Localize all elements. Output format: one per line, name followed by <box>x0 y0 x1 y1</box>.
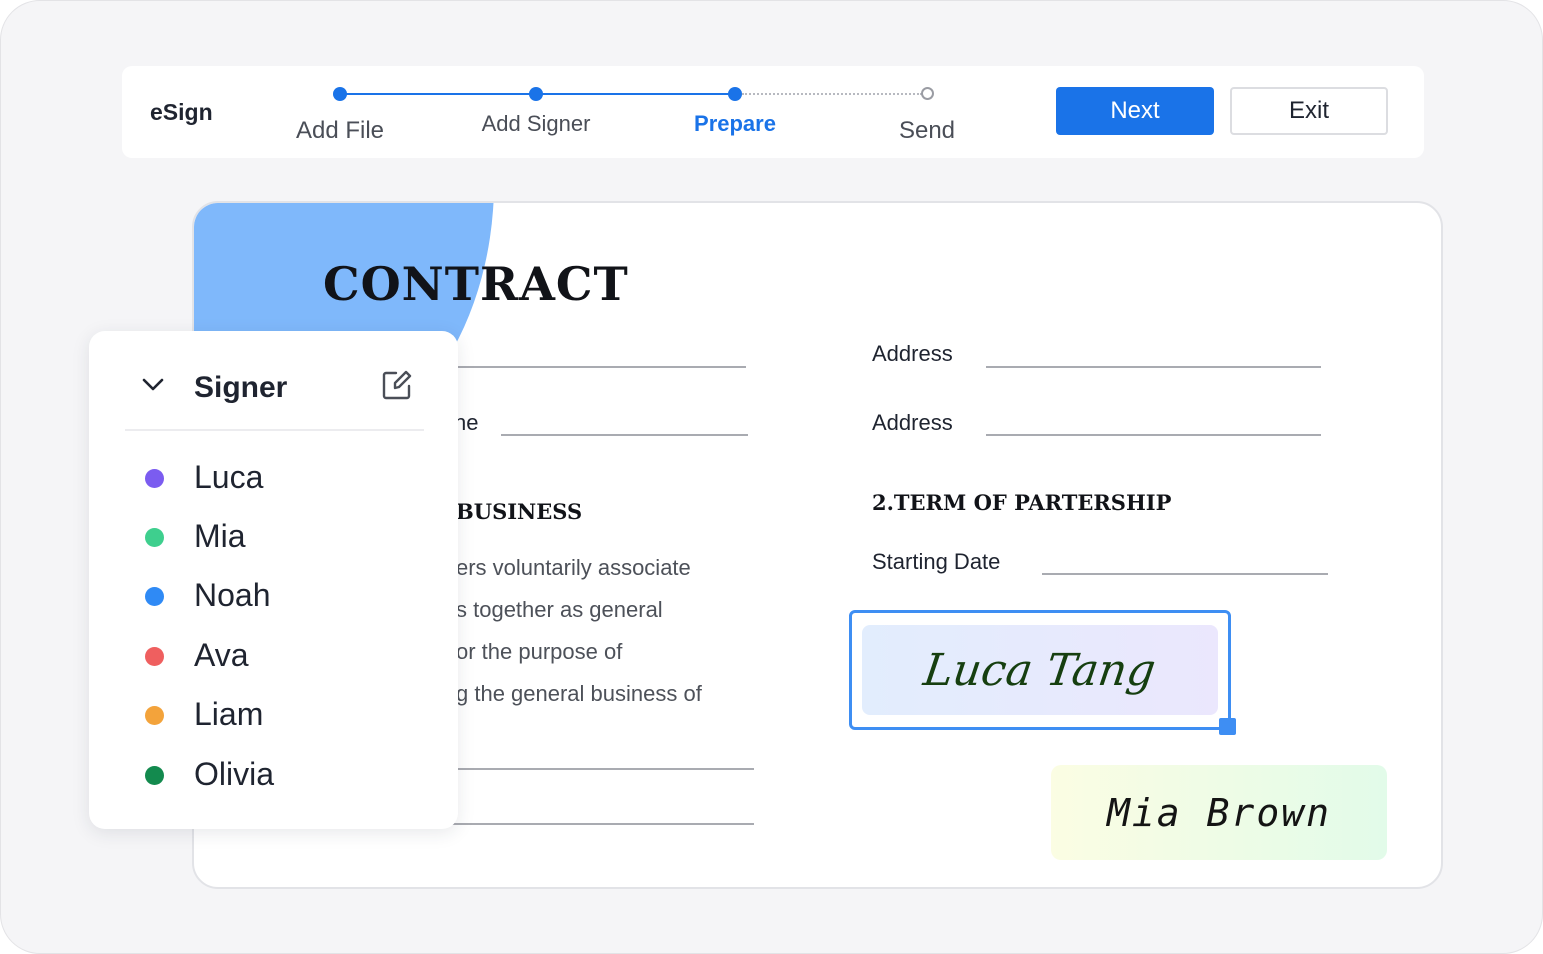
step-prepare[interactable]: Prepare <box>694 111 776 137</box>
signer-panel-title: Signer <box>194 371 288 404</box>
signer-name: Ava <box>194 637 249 673</box>
step-dot-send <box>921 87 934 100</box>
section1-text-line: or the purpose of <box>456 639 623 664</box>
exit-button[interactable]: Exit <box>1230 87 1388 135</box>
signature-luca[interactable]: Luca Tang <box>862 625 1218 715</box>
signer-item[interactable]: Luca <box>89 455 458 505</box>
section1-heading: BUSINESS <box>456 499 583 524</box>
signature-text: Luca Tang <box>920 644 1160 696</box>
signer-color-dot <box>145 706 164 725</box>
signer-item[interactable]: Mia <box>89 514 458 564</box>
section1-text-line: ers voluntarily associate <box>456 555 691 580</box>
address-label: Address <box>872 410 953 435</box>
signer-name: Noah <box>194 577 271 613</box>
step-dot-prepare <box>728 87 742 101</box>
edit-icon[interactable] <box>381 369 413 401</box>
starting-date-field-line[interactable] <box>1042 573 1328 575</box>
signer-name: Mia <box>194 518 246 554</box>
step-dot-add-signer <box>529 87 543 101</box>
signer-item[interactable]: Ava <box>89 633 458 683</box>
step-send[interactable]: Send <box>899 117 955 145</box>
top-bar: eSign Add File Add Signer Prepare Send N… <box>122 66 1424 158</box>
signer-color-dot <box>145 647 164 666</box>
app-frame: eSign Add File Add Signer Prepare Send N… <box>0 0 1543 954</box>
address-field-line[interactable] <box>986 366 1321 368</box>
step-dot-add-file <box>333 87 347 101</box>
step-pending-line <box>742 93 922 95</box>
chevron-down-icon[interactable] <box>141 377 165 393</box>
panel-divider <box>125 429 424 431</box>
section2-heading: 2.TERM OF PARTERSHIP <box>872 490 1172 515</box>
field-line[interactable] <box>501 434 748 436</box>
signature-mia[interactable]: Mia Brown <box>1051 765 1387 860</box>
signature-text: Mia Brown <box>1107 790 1331 835</box>
signer-color-dot <box>145 766 164 785</box>
app-title: eSign <box>150 99 213 125</box>
signature-field-selected[interactable]: Luca Tang <box>849 610 1236 735</box>
step-add-signer[interactable]: Add Signer <box>482 111 591 137</box>
address-label: Address <box>872 341 953 366</box>
section1-text-line: s together as general <box>456 597 663 622</box>
next-button[interactable]: Next <box>1056 87 1214 135</box>
address-field-line[interactable] <box>986 434 1321 436</box>
signer-color-dot <box>145 469 164 488</box>
starting-date-label: Starting Date <box>872 549 1001 574</box>
signer-item[interactable]: Olivia <box>89 752 458 802</box>
signer-name: Luca <box>194 459 264 495</box>
signer-color-dot <box>145 587 164 606</box>
resize-handle[interactable] <box>1219 718 1236 735</box>
field-line[interactable] <box>414 768 754 770</box>
signer-name: Liam <box>194 696 264 732</box>
signer-color-dot <box>145 528 164 547</box>
field-line[interactable] <box>414 823 754 825</box>
signer-panel: Signer Luca Mia Noah Ava Liam Olivia <box>89 331 458 829</box>
section1-text-line: g the general business of <box>456 681 702 706</box>
step-add-file[interactable]: Add File <box>296 117 384 145</box>
signer-item[interactable]: Noah <box>89 573 458 623</box>
signer-item[interactable]: Liam <box>89 692 458 742</box>
document-title: CONTRACT <box>323 257 629 311</box>
signer-name: Olivia <box>194 756 275 792</box>
